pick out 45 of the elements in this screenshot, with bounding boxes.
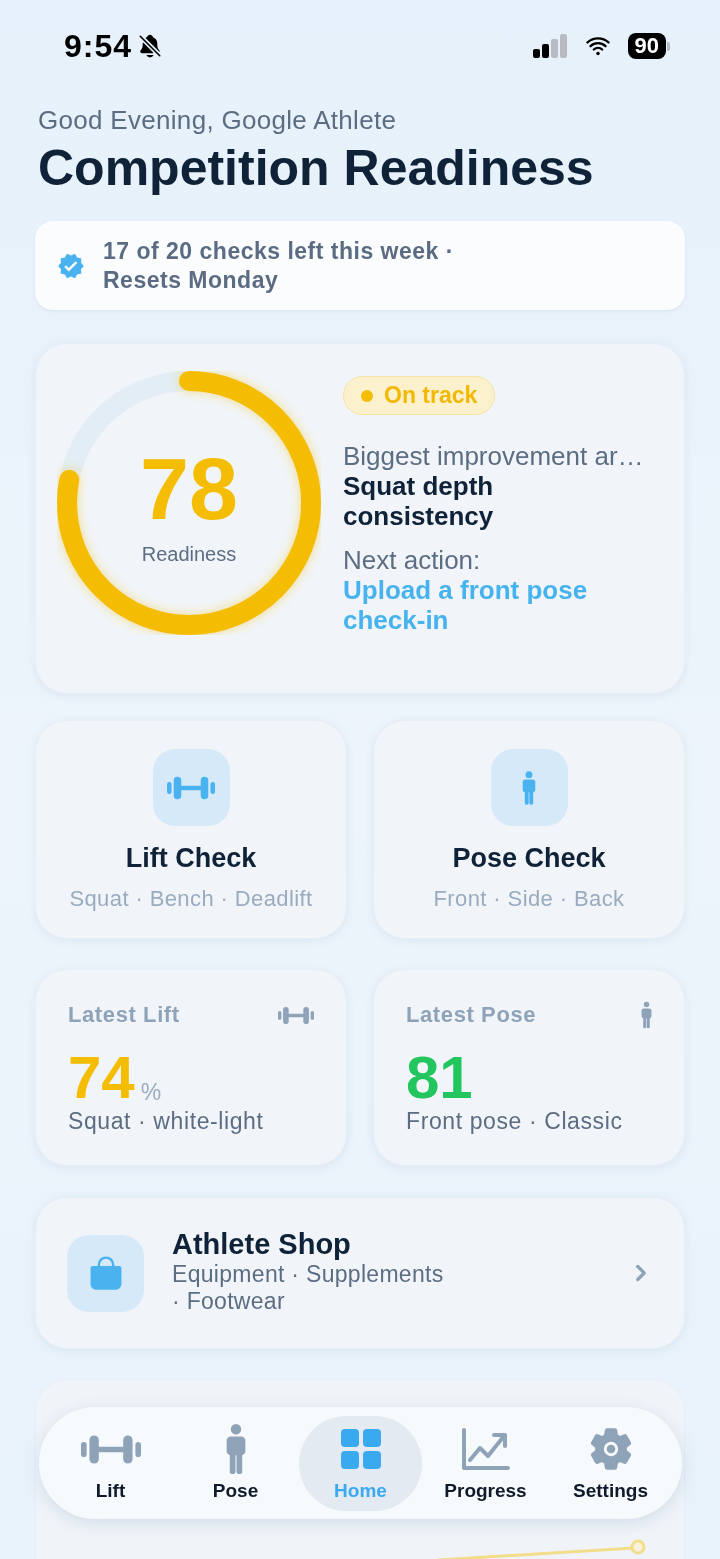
bell-off-icon <box>137 33 164 59</box>
latest-label: Latest Lift <box>68 1001 180 1029</box>
check-card-subtitle: Squat · Bench · Deadlift <box>69 886 313 912</box>
check-card-title: Lift Check <box>125 842 257 874</box>
person-icon <box>641 1001 652 1029</box>
latest-score: 74 <box>68 1047 135 1109</box>
greeting-text: Good Evening, Google Athlete <box>38 104 398 136</box>
latest-label: Latest Pose <box>406 1001 537 1029</box>
check-card[interactable]: Pose Check Front · Side · Back <box>373 720 685 939</box>
dumbbell-tile-icon <box>152 749 230 826</box>
status-label: On track <box>384 384 478 407</box>
person-tile-icon <box>490 749 568 826</box>
latest-detail: Front pose · Classic <box>406 1107 624 1135</box>
tab[interactable]: Settings <box>549 1415 672 1511</box>
check-card[interactable]: Lift Check Squat · Bench · Deadlift <box>35 720 347 939</box>
latest-detail: Squat · white-light <box>68 1107 265 1135</box>
tab[interactable]: Lift <box>49 1415 172 1511</box>
tab[interactable]: Pose <box>174 1415 297 1511</box>
tab[interactable]: Progress <box>424 1415 547 1511</box>
shop-card[interactable]: Athlete Shop Equipment · Supplements · Footwear <box>35 1197 685 1349</box>
verified-badge-icon <box>57 251 85 280</box>
improvement-label: Biggest improvement ar… <box>343 441 644 471</box>
status-time: 9:54 <box>64 30 133 62</box>
battery-indicator: 90 <box>627 33 670 59</box>
score-unit: % <box>140 1078 162 1107</box>
readiness-label: Readiness <box>141 541 237 566</box>
signal-icon <box>532 34 568 58</box>
latest-card[interactable]: Latest Lift 74% Squat · white-light <box>35 969 347 1166</box>
grid-icon <box>340 1429 381 1469</box>
person-icon <box>224 1424 247 1474</box>
dumbbell-icon <box>80 1433 141 1465</box>
dumbbell-icon <box>278 1006 314 1024</box>
latest-card[interactable]: Latest Pose 81 Front pose · Classic <box>373 969 685 1166</box>
chart-icon <box>461 1428 510 1470</box>
check-card-title: Pose Check <box>452 842 606 874</box>
shop-title: Athlete Shop <box>172 1227 352 1261</box>
improvement-value: Squat depth consistency <box>343 471 495 531</box>
shop-subtitle: Equipment · Supplements · Footwear <box>172 1261 445 1315</box>
page-title: Competition Readiness <box>38 139 595 197</box>
shopping-bag-tile-icon <box>67 1234 144 1312</box>
checks-remaining-text: 17 of 20 checks left this week · Resets Monday <box>103 236 455 295</box>
next-action-label: Next action: <box>343 545 481 575</box>
latest-score: 81 <box>406 1047 473 1109</box>
check-card-subtitle: Front · Side · Back <box>433 886 625 912</box>
readiness-score: 78 <box>140 444 238 533</box>
